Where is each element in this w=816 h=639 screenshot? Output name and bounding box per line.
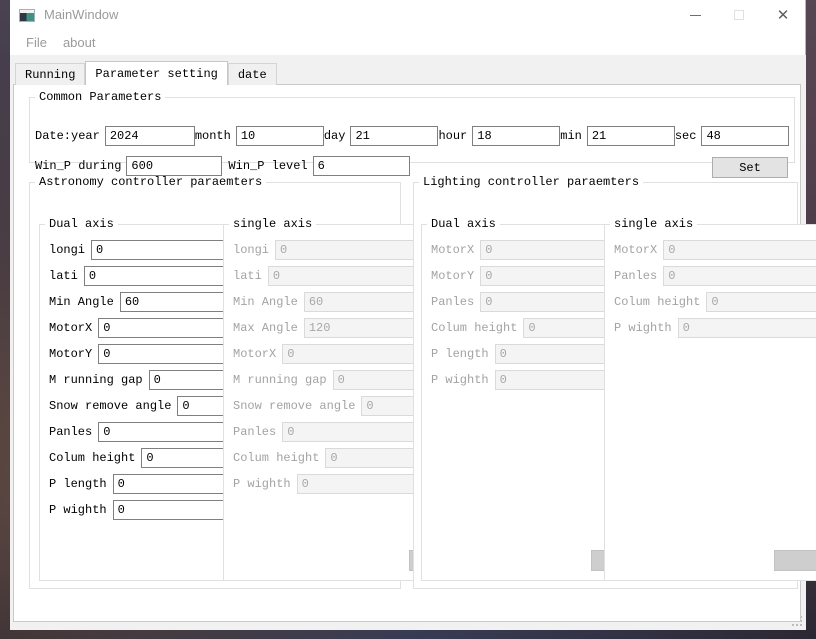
snow-remove-angle-label: Snow remove angle <box>233 399 355 413</box>
param-row: MotorXW <box>605 237 816 263</box>
group-title: Dual axis <box>45 217 118 231</box>
p-length-label: P length <box>431 347 489 361</box>
min-label: min <box>560 129 582 143</box>
panles-label: Panles <box>49 425 92 439</box>
tab-parameter-setting[interactable]: Parameter setting <box>85 61 227 85</box>
p-length-label: P length <box>49 477 107 491</box>
sec-label: sec <box>675 129 697 143</box>
hour-input[interactable] <box>472 126 560 146</box>
menu-bar: File about <box>10 30 805 55</box>
field-pair: Win_P during <box>35 156 222 176</box>
minimize-button[interactable] <box>673 0 717 30</box>
window-controls: ✕ <box>673 0 805 30</box>
p-wighth-input <box>678 318 816 338</box>
min-angle-label: Min Angle <box>233 295 298 309</box>
win-row: Win_P during Win_P level <box>35 156 706 176</box>
month-input[interactable] <box>236 126 324 146</box>
minimize-icon <box>690 15 701 16</box>
field-pair: sec <box>675 126 790 146</box>
group-astronomy-controller: Astronomy controller paraemters Dual axi… <box>29 175 401 589</box>
max-angle-label: Max Angle <box>233 321 298 335</box>
date-year-input[interactable] <box>105 126 195 146</box>
motorx-label: MotorX <box>614 243 657 257</box>
group-lighting-single-axis: single axis MotorXWPanlespcsColum height… <box>604 217 816 581</box>
p-wighth-label: P wighth <box>431 373 489 387</box>
colum-height-input <box>706 292 816 312</box>
lati-label: lati <box>233 269 262 283</box>
field-pair: Date:year <box>35 126 195 146</box>
min-input[interactable] <box>587 126 675 146</box>
tab-page-parameter-setting: Common Parameters Date:year month day hour m… <box>13 84 801 622</box>
motory-label: MotorY <box>49 347 92 361</box>
colum-height-label: Colum height <box>614 295 700 309</box>
close-icon: ✕ <box>777 6 790 24</box>
p-wighth-label: P wighth <box>233 477 291 491</box>
win-p-level-input[interactable] <box>313 156 410 176</box>
group-title: single axis <box>229 217 316 231</box>
motorx-input <box>663 240 816 260</box>
date-year-label: Date:year <box>35 129 100 143</box>
tab-running[interactable]: Running <box>15 63 85 85</box>
longi-label: longi <box>233 243 269 257</box>
field-pair: day <box>324 126 439 146</box>
window-title: MainWindow <box>44 7 118 22</box>
group-title: Lighting controller paraemters <box>419 175 643 189</box>
group-title: Common Parameters <box>35 90 165 104</box>
p-wighth-label: P wighth <box>49 503 107 517</box>
field-pair: Win_P level <box>228 156 409 176</box>
hour-label: hour <box>438 129 467 143</box>
param-rows: MotorXWPanlespcsColum heightcmP wighthcm <box>605 231 816 341</box>
win-p-during-label: Win_P during <box>35 159 121 173</box>
lati-label: lati <box>49 269 78 283</box>
snow-remove-angle-label: Snow remove angle <box>49 399 171 413</box>
colum-height-label: Colum height <box>233 451 319 465</box>
motorx-label: MotorX <box>49 321 92 335</box>
motorx-label: MotorX <box>233 347 276 361</box>
month-label: month <box>195 129 231 143</box>
tab-bar: RunningParameter settingdate <box>15 61 277 85</box>
p-wighth-label: P wighth <box>614 321 672 335</box>
title-bar: MainWindow ✕ <box>10 0 805 30</box>
panles-label: Panles <box>614 269 657 283</box>
group-common-parameters: Common Parameters Date:year month day hour m… <box>29 90 795 163</box>
longi-label: longi <box>49 243 85 257</box>
date-row: Date:year month day hour min sec <box>35 126 789 146</box>
colum-height-label: Colum height <box>49 451 135 465</box>
colum-height-label: Colum height <box>431 321 517 335</box>
panles-input <box>663 266 816 286</box>
motory-label: MotorY <box>431 269 474 283</box>
min-angle-label: Min Angle <box>49 295 114 309</box>
maximize-button[interactable] <box>717 0 761 30</box>
m-running-gap-label: M running gap <box>49 373 143 387</box>
field-pair: month <box>195 126 324 146</box>
field-pair: hour <box>438 126 560 146</box>
win-p-level-label: Win_P level <box>228 159 307 173</box>
main-window: MainWindow ✕ File about RunningParameter… <box>10 0 806 630</box>
app-icon <box>19 9 35 22</box>
desktop-background: MainWindow ✕ File about RunningParameter… <box>0 0 816 639</box>
close-button[interactable]: ✕ <box>761 0 805 30</box>
param-row: Colum heightcm <box>605 289 816 315</box>
win-p-during-input[interactable] <box>126 156 222 176</box>
group-lighting-controller: Lighting controller paraemters Dual axis… <box>413 175 798 589</box>
day-label: day <box>324 129 346 143</box>
motorx-label: MotorX <box>431 243 474 257</box>
panles-label: Panles <box>233 425 276 439</box>
send-button-lighting-single: Send <box>774 550 816 571</box>
param-row: P wighthcm <box>605 315 816 341</box>
central-widget: RunningParameter settingdate Common Para… <box>10 55 806 630</box>
sec-input[interactable] <box>701 126 789 146</box>
menu-file[interactable]: File <box>18 35 55 50</box>
group-title: Dual axis <box>427 217 500 231</box>
field-pair: min <box>560 126 675 146</box>
group-title: single axis <box>610 217 697 231</box>
group-title: Astronomy controller paraemters <box>35 175 266 189</box>
param-row: Panlespcs <box>605 263 816 289</box>
tab-date[interactable]: date <box>228 63 277 85</box>
m-running-gap-label: M running gap <box>233 373 327 387</box>
day-input[interactable] <box>350 126 438 146</box>
menu-about[interactable]: about <box>55 35 104 50</box>
panles-label: Panles <box>431 295 474 309</box>
maximize-icon <box>734 10 744 20</box>
